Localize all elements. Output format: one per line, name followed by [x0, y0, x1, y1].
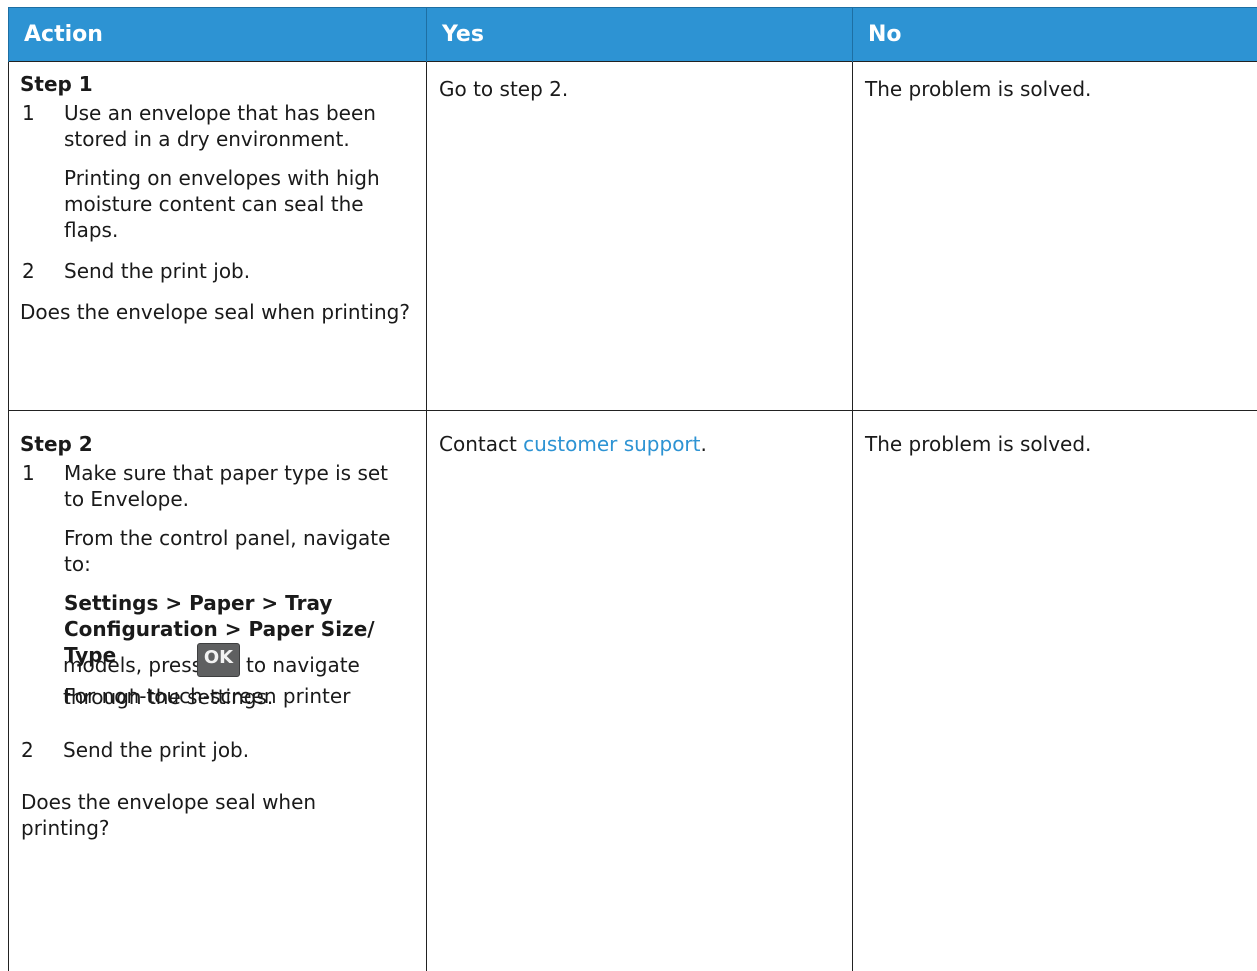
- step2-nontouch-models: models, press: [63, 652, 202, 678]
- step2-item-1-text: Make sure that paper type is set to Enve…: [64, 461, 388, 511]
- step1-item-1-text: Use an envelope that has been stored in …: [64, 101, 376, 151]
- step2-yes-text: Contact customer support.: [427, 411, 852, 457]
- step2-item-2-number: 2: [21, 737, 34, 763]
- step2-yes-cell: Contact customer support.: [427, 411, 853, 971]
- header-no: No: [853, 8, 1257, 62]
- step1-item-1-number: 1: [22, 100, 35, 126]
- step1-item-2-text: Send the print job.: [64, 259, 250, 283]
- step1-no-cell: The problem is solved.: [853, 62, 1257, 411]
- step1-yes-text: Go to step 2.: [427, 62, 852, 102]
- step2-question: Does the envelope seal when printing?: [21, 789, 361, 841]
- step2-lower-content: models, press OK to navigate through the…: [63, 643, 413, 710]
- step2-yes-after: .: [701, 432, 707, 456]
- step2-no-cell: The problem is solved.: [853, 411, 1257, 971]
- step1-item-2-number: 2: [22, 258, 35, 284]
- step1-no-text: The problem is solved.: [853, 62, 1257, 102]
- ok-button-icon: OK: [197, 643, 240, 677]
- step1-item-1-note: Printing on envelopes with high moisture…: [20, 165, 410, 243]
- step2-title: Step 2: [20, 431, 410, 457]
- step2-nontouch-line3: through the settings.: [63, 684, 413, 710]
- step1-item-1: 1 Use an envelope that has been stored i…: [20, 100, 410, 152]
- step2-nontouch-after-1: to navigate: [246, 652, 360, 678]
- step1-item-2: 2 Send the print job.: [20, 258, 410, 284]
- step1-yes-cell: Go to step 2.: [427, 62, 853, 411]
- header-yes: Yes: [427, 8, 853, 62]
- step1-action-cell: Step 1 1 Use an envelope that has been s…: [9, 62, 427, 411]
- step2-item-1-number: 1: [22, 460, 35, 486]
- step2-item-2-text: Send the print job.: [63, 737, 249, 763]
- step2-no-text: The problem is solved.: [853, 411, 1257, 457]
- step1-title: Step 1: [20, 71, 410, 97]
- step2-nontouch-line2: models, press OK to navigate: [63, 643, 413, 683]
- customer-support-link[interactable]: customer support: [523, 432, 700, 456]
- step2-nav-intro: From the control panel, navigate to:: [20, 525, 410, 577]
- header-action: Action: [9, 8, 427, 62]
- table-header-row: Action Yes No: [9, 8, 1257, 62]
- step1-question: Does the envelope seal when printing?: [20, 299, 410, 325]
- step2-yes-before: Contact: [439, 432, 517, 456]
- table-row: Step 1 1 Use an envelope that has been s…: [9, 62, 1257, 411]
- step2-item-1: 1 Make sure that paper type is set to En…: [20, 460, 410, 512]
